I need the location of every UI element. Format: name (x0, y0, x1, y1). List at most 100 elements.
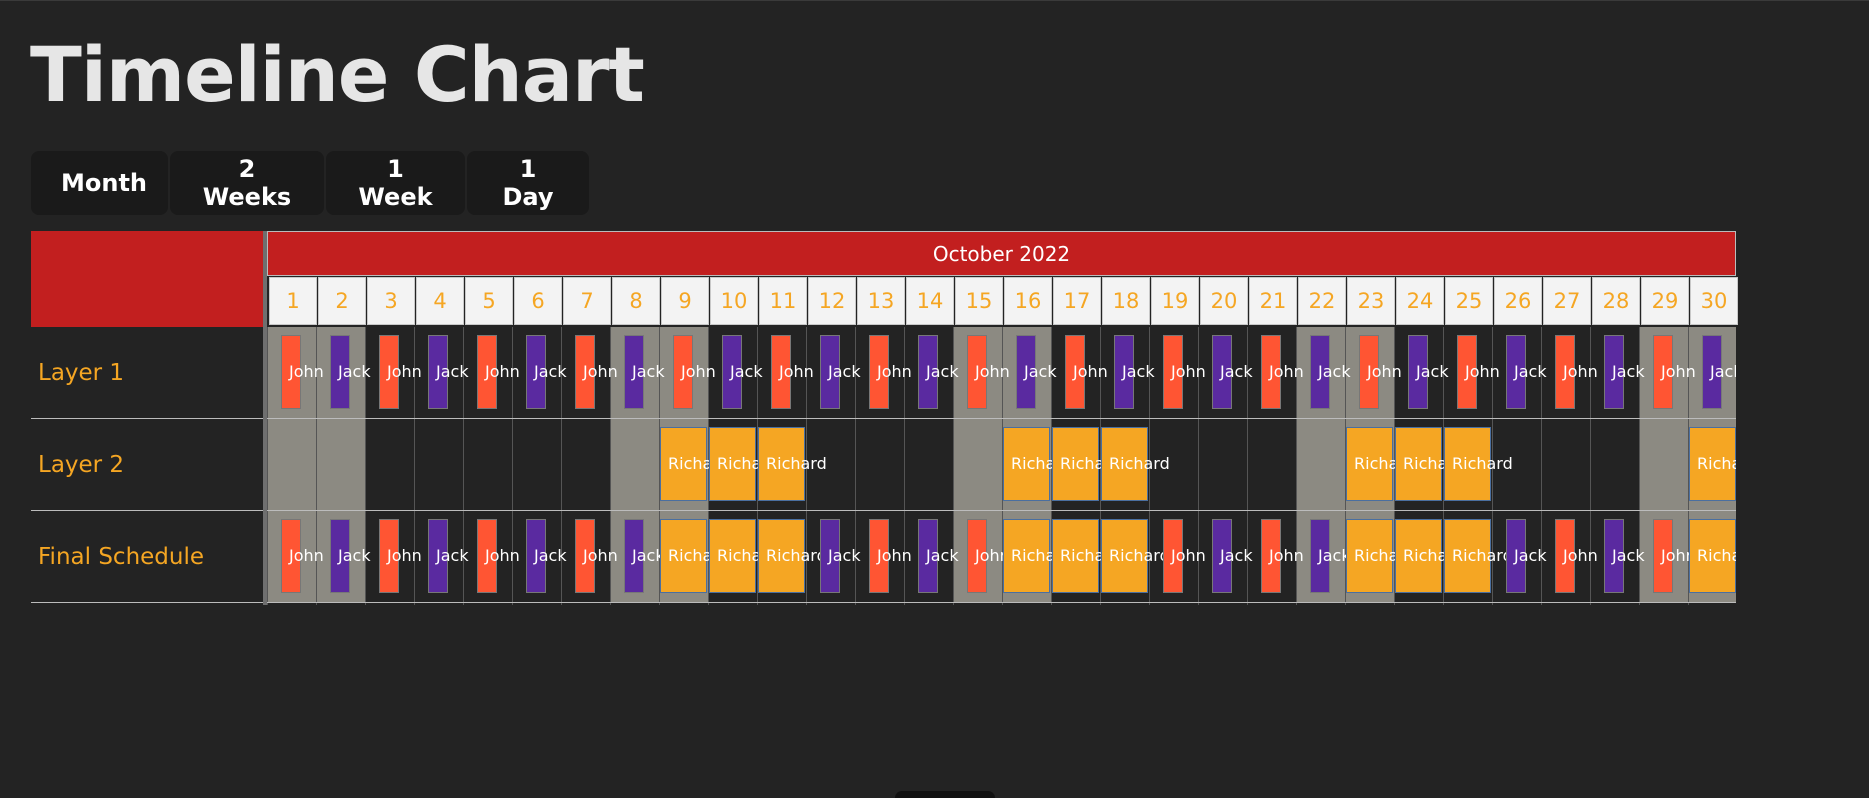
day-header-cell: 21 (1249, 277, 1297, 325)
jack-shift-bar[interactable] (820, 519, 840, 593)
richard-shift-bar[interactable] (1346, 427, 1393, 501)
john-shift-bar[interactable] (1457, 335, 1477, 409)
scroll-handle[interactable] (895, 791, 995, 798)
weekend-cell (267, 419, 316, 510)
richard-shift-bar[interactable] (758, 519, 805, 593)
jack-shift-bar[interactable] (918, 519, 938, 593)
jack-shift-bar[interactable] (624, 335, 644, 409)
john-shift-bar[interactable] (673, 335, 693, 409)
john-shift-bar[interactable] (575, 335, 595, 409)
one-day-view-button[interactable]: 1 Day (467, 151, 589, 215)
richard-shift-bar[interactable] (709, 519, 756, 593)
john-shift-bar[interactable] (281, 519, 301, 593)
jack-shift-bar[interactable] (1604, 519, 1624, 593)
john-shift-bar[interactable] (1555, 335, 1575, 409)
john-shift-bar[interactable] (1555, 519, 1575, 593)
jack-shift-bar[interactable] (624, 519, 644, 593)
day-gridline (610, 327, 611, 605)
john-shift-bar[interactable] (281, 335, 301, 409)
month-view-button[interactable]: Month (31, 151, 168, 215)
jack-shift-bar[interactable] (1702, 335, 1722, 409)
john-shift-bar[interactable] (869, 335, 889, 409)
row-gridline (267, 510, 1736, 511)
timeline-chart: October 2022 1 2 3 4 5 6 7 8 9 10 11 12 13 14 15 16 17 18… (31, 231, 1738, 605)
richard-shift-bar[interactable] (1689, 519, 1736, 593)
jack-shift-bar[interactable] (1506, 519, 1526, 593)
richard-shift-bar[interactable] (1444, 519, 1491, 593)
jack-shift-bar[interactable] (1114, 335, 1134, 409)
jack-shift-bar[interactable] (1408, 335, 1428, 409)
day-gridline (561, 327, 562, 605)
jack-shift-bar[interactable] (428, 335, 448, 409)
jack-shift-bar[interactable] (1212, 335, 1232, 409)
john-shift-bar[interactable] (1163, 335, 1183, 409)
jack-shift-bar[interactable] (1310, 519, 1330, 593)
day-header-cell: 11 (759, 277, 807, 325)
day-header-cell: 13 (857, 277, 905, 325)
day-gridline (904, 327, 905, 605)
john-shift-bar[interactable] (1653, 335, 1673, 409)
john-shift-bar[interactable] (1261, 519, 1281, 593)
day-header-cell: 6 (514, 277, 562, 325)
jack-shift-bar[interactable] (330, 519, 350, 593)
layer-label-layer1: Layer 1 (31, 327, 263, 419)
jack-shift-bar[interactable] (722, 335, 742, 409)
richard-shift-bar[interactable] (1003, 427, 1050, 501)
john-shift-bar[interactable] (1163, 519, 1183, 593)
john-shift-bar[interactable] (771, 335, 791, 409)
jack-shift-bar[interactable] (330, 335, 350, 409)
day-gridline (512, 327, 513, 605)
john-shift-bar[interactable] (1653, 519, 1673, 593)
jack-shift-bar[interactable] (820, 335, 840, 409)
richard-shift-bar[interactable] (1003, 519, 1050, 593)
day-header-cell: 8 (612, 277, 660, 325)
jack-shift-bar[interactable] (1212, 519, 1232, 593)
jack-shift-bar[interactable] (526, 335, 546, 409)
richard-shift-bar[interactable] (1052, 427, 1099, 501)
richard-shift-bar[interactable] (660, 519, 707, 593)
one-week-view-button[interactable]: 1 Week (326, 151, 465, 215)
jack-shift-bar[interactable] (1604, 335, 1624, 409)
jack-shift-bar[interactable] (1016, 335, 1036, 409)
john-shift-bar[interactable] (1065, 335, 1085, 409)
jack-shift-bar[interactable] (428, 519, 448, 593)
day-gridline (267, 327, 268, 605)
john-shift-bar[interactable] (379, 519, 399, 593)
top-divider (0, 0, 1869, 1)
jack-shift-bar[interactable] (526, 519, 546, 593)
john-shift-bar[interactable] (967, 335, 987, 409)
richard-shift-bar[interactable] (660, 427, 707, 501)
day-header-cell: 26 (1494, 277, 1542, 325)
two-weeks-view-button[interactable]: 2 Weeks (170, 151, 324, 215)
john-shift-bar[interactable] (575, 519, 595, 593)
day-header-cell: 14 (906, 277, 954, 325)
john-shift-bar[interactable] (477, 335, 497, 409)
layer-label-final-schedule: Final Schedule (31, 511, 263, 603)
richard-shift-bar[interactable] (758, 427, 805, 501)
richard-shift-bar[interactable] (1101, 427, 1148, 501)
jack-shift-bar[interactable] (1310, 335, 1330, 409)
john-shift-bar[interactable] (477, 519, 497, 593)
john-shift-bar[interactable] (1359, 335, 1379, 409)
day-header-cell: 24 (1396, 277, 1444, 325)
day-header-cell: 10 (710, 277, 758, 325)
jack-shift-bar[interactable] (1506, 335, 1526, 409)
richard-shift-bar[interactable] (1346, 519, 1393, 593)
jack-shift-bar[interactable] (918, 335, 938, 409)
weekend-cell (1296, 419, 1345, 510)
day-header-cell: 28 (1592, 277, 1640, 325)
richard-shift-bar[interactable] (1689, 427, 1736, 501)
layer-label-layer2: Layer 2 (31, 419, 263, 511)
john-shift-bar[interactable] (967, 519, 987, 593)
john-shift-bar[interactable] (869, 519, 889, 593)
john-shift-bar[interactable] (379, 335, 399, 409)
richard-shift-bar[interactable] (1052, 519, 1099, 593)
day-gridline (1590, 327, 1591, 605)
richard-shift-bar[interactable] (1395, 427, 1442, 501)
richard-shift-bar[interactable] (709, 427, 756, 501)
john-shift-bar[interactable] (1261, 335, 1281, 409)
richard-shift-bar[interactable] (1395, 519, 1442, 593)
richard-shift-bar[interactable] (1444, 427, 1491, 501)
richard-shift-bar[interactable] (1101, 519, 1148, 593)
day-header-cell: 25 (1445, 277, 1493, 325)
